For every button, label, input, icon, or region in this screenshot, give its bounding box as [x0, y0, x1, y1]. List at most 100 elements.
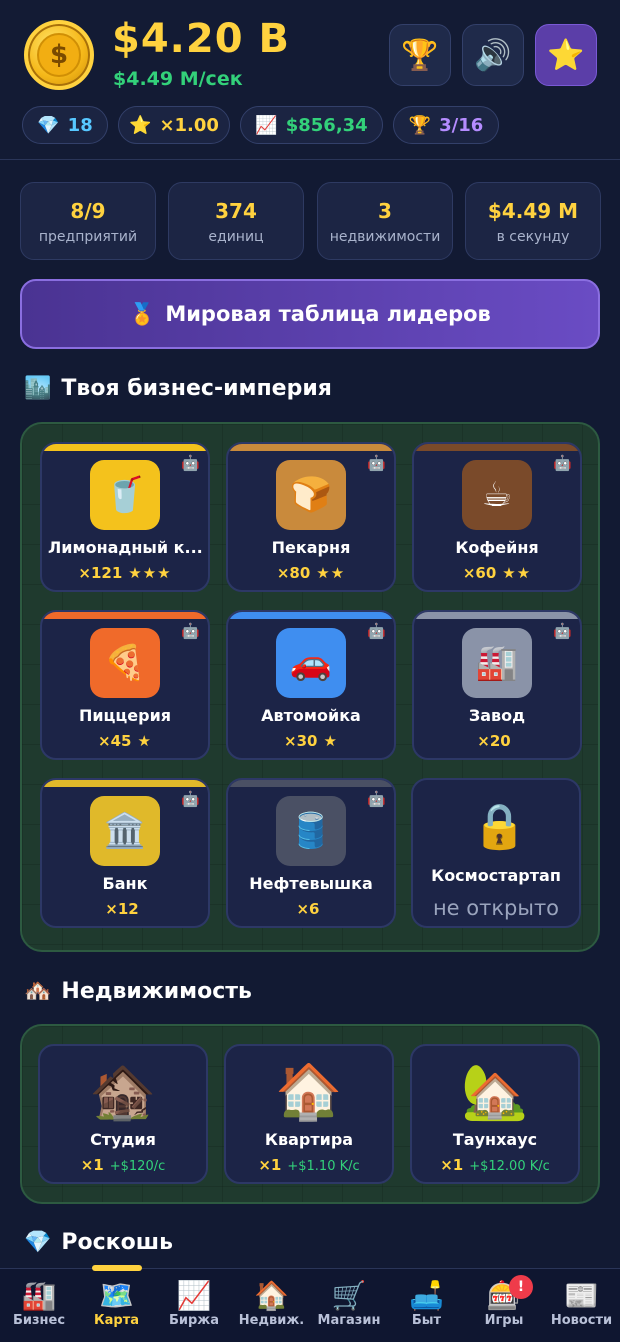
nav-label: Бизнес [12, 1313, 66, 1328]
business-section-title: 🏙️ Твоя бизнес-империя [24, 376, 332, 401]
realty-name: Квартира [264, 1130, 354, 1149]
realty-income: ×1 +$120/с [80, 1156, 166, 1174]
card-accent [228, 612, 394, 619]
robot-icon: 🤖 [367, 622, 386, 640]
gems-pill[interactable]: 💎 18 [22, 106, 108, 144]
diamond-icon: 💎 [24, 1230, 52, 1255]
chart-icon: 📈 [255, 114, 278, 136]
business-stars: ★★ [502, 564, 532, 582]
leaderboard-label: Мировая таблица лидеров [165, 302, 491, 326]
locked-status: не открыто [432, 896, 560, 920]
business-card-locked[interactable]: 🔒 Космостартап не открыто [411, 778, 581, 928]
stock-pill[interactable]: 📈 $856,34 [240, 106, 383, 144]
trophy-icon: 🏆 [408, 114, 432, 136]
business-icon: 🍞 [276, 460, 346, 530]
nav-icon: 🛒 [331, 1279, 367, 1312]
robot-icon: 🤖 [367, 790, 386, 808]
city-icon: 🏙️ [24, 376, 52, 401]
sound-icon: 🔊 [474, 37, 512, 73]
sound-button[interactable]: 🔊 [462, 24, 524, 86]
stat-per-second: $4.49 M в секунду [465, 182, 601, 260]
house-icon: 🏡 [461, 1060, 529, 1123]
realty-card[interactable]: 🏠 Квартира ×1 +$1.10 K/с [224, 1044, 394, 1184]
business-name: Кофейня [455, 538, 539, 557]
business-count: ×30 ★ [284, 732, 338, 750]
achievements-pill[interactable]: 🏆 3/16 [393, 106, 499, 144]
card-accent [42, 780, 208, 787]
business-stars: ★★★ [128, 564, 172, 582]
trophy-button[interactable]: 🏆 [389, 24, 451, 86]
business-card[interactable]: 🤖 🥤 Лимонадный к... ×121 ★★★ [40, 442, 210, 592]
robot-icon: 🤖 [553, 454, 572, 472]
business-stars: ★ [137, 732, 152, 750]
nav-icon: 📈 [176, 1279, 212, 1312]
card-accent [414, 612, 580, 619]
nav-item[interactable]: 🗺️ Карта [78, 1265, 156, 1342]
business-stars: ★★ [316, 564, 346, 582]
realty-name: Таунхаус [452, 1130, 538, 1149]
business-count: ×121 ★★★ [78, 564, 172, 582]
business-icon: ☕ [462, 460, 532, 530]
business-count: ×20 [477, 732, 511, 750]
nav-label: Новости [550, 1313, 613, 1328]
leaderboard-button[interactable]: 🏅 Мировая таблица лидеров [20, 279, 600, 349]
nav-item[interactable]: 📈 Биржа [155, 1269, 233, 1342]
business-name: Лимонадный к... [48, 538, 203, 557]
robot-icon: 🤖 [181, 454, 200, 472]
nav-item[interactable]: 📰 Новости [543, 1269, 620, 1342]
houses-icon: 🏘️ [24, 979, 52, 1004]
business-count: ×80 ★★ [276, 564, 346, 582]
nav-icon: 🛋️ [409, 1279, 444, 1312]
lock-icon: 🔒 [472, 801, 527, 852]
business-card[interactable]: 🤖 🏛️ Банк ×12 [40, 778, 210, 928]
favorites-button[interactable]: ⭐ [535, 24, 597, 86]
gem-icon: 💎 [37, 114, 60, 136]
business-card[interactable]: 🤖 🍞 Пекарня ×80 ★★ [226, 442, 396, 592]
multiplier-pill[interactable]: ⭐ ×1.00 [118, 106, 230, 144]
nav-item[interactable]: 🎰 Игры! [465, 1269, 543, 1342]
business-card[interactable]: 🤖 🛢️ Нефтевышка ×6 [226, 778, 396, 928]
nav-icon: 🏠 [254, 1279, 289, 1312]
robot-icon: 🤖 [553, 622, 572, 640]
business-card[interactable]: 🤖 🍕 Пиццерия ×45 ★ [40, 610, 210, 760]
nav-icon: 📰 [564, 1279, 599, 1312]
card-accent [228, 444, 394, 451]
gems-count: 18 [67, 114, 93, 136]
business-name: Завод [468, 706, 526, 725]
nav-label: Магазин [317, 1313, 381, 1328]
business-icon: 🏛️ [90, 796, 160, 866]
business-count: ×60 ★★ [462, 564, 532, 582]
realty-card[interactable]: 🏚️ Студия ×1 +$120/с [38, 1044, 208, 1184]
nav-item[interactable]: 🏭 Бизнес [0, 1269, 78, 1342]
business-name: Пекарня [271, 538, 351, 557]
nav-item[interactable]: 🛒 Магазин [310, 1269, 388, 1342]
business-icon: 🚗 [276, 628, 346, 698]
realty-card[interactable]: 🏡 Таунхаус ×1 +$12.00 K/с [410, 1044, 580, 1184]
multiplier-value: ×1.00 [159, 114, 219, 136]
income-rate: $4.49 M/сек [113, 68, 243, 90]
nav-icon: 🏭 [21, 1279, 57, 1312]
card-accent [228, 780, 394, 787]
card-accent [42, 444, 208, 451]
medal-icon: 🏅 [129, 301, 156, 326]
nav-label: Быт [411, 1313, 442, 1328]
nav-item[interactable]: 🛋️ Быт [388, 1269, 466, 1342]
nav-label: Игры [484, 1313, 524, 1328]
business-card[interactable]: 🤖 ☕ Кофейня ×60 ★★ [412, 442, 582, 592]
nav-item[interactable]: 🏠 Недвиж. [233, 1269, 311, 1342]
star-icon: ⭐ [547, 37, 585, 73]
stat-realty: 3 недвижимости [317, 182, 453, 260]
business-card[interactable]: 🤖 🚗 Автомойка ×30 ★ [226, 610, 396, 760]
nav-icon: 🗺️ [99, 1279, 134, 1312]
business-count: ×6 [296, 900, 320, 918]
trophy-icon: 🏆 [401, 37, 439, 73]
achievements-value: 3/16 [439, 114, 484, 136]
balance: $4.20 B [112, 16, 290, 62]
luxury-section-title: 💎 Роскошь [24, 1230, 174, 1255]
robot-icon: 🤖 [181, 622, 200, 640]
coin-icon: $ [24, 20, 94, 90]
card-accent [414, 444, 580, 451]
business-card[interactable]: 🤖 🏭 Завод ×20 [412, 610, 582, 760]
business-count: ×45 ★ [98, 732, 152, 750]
house-icon: 🏠 [275, 1060, 343, 1123]
